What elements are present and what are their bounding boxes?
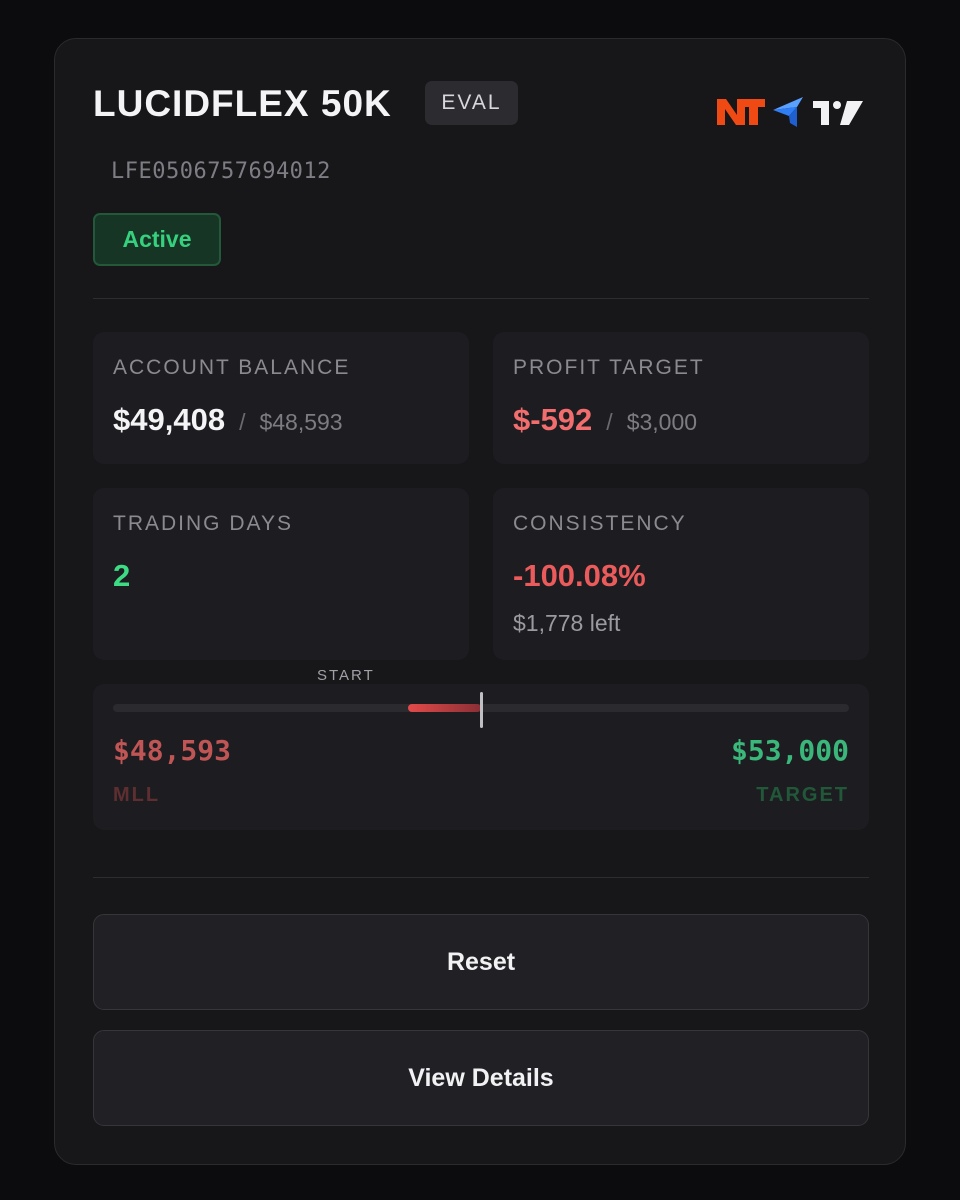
platform-logos bbox=[717, 97, 863, 127]
account-title: LUCIDFLEX 50K bbox=[93, 83, 392, 124]
profit-target-goal: $3,000 bbox=[626, 409, 698, 435]
account-type-badge: EVAL bbox=[425, 81, 518, 125]
account-balance-card: ACCOUNT BALANCE $49,408 / $48,593 bbox=[93, 332, 469, 464]
trading-days-label: TRADING DAYS bbox=[113, 512, 293, 535]
progress-track bbox=[113, 692, 849, 728]
trading-days-value: 2 bbox=[113, 558, 131, 593]
profit-target-value: $-592 bbox=[513, 402, 593, 437]
account-balance-value: $49,408 bbox=[113, 402, 226, 437]
profit-target-label: PROFIT TARGET bbox=[513, 356, 705, 379]
divider bbox=[93, 298, 869, 299]
divider bbox=[93, 877, 869, 878]
drawdown-progress: $48,593 MLL $53,000 TARGET bbox=[93, 684, 869, 830]
account-card: LUCIDFLEX 50K EVAL LFE0506757694012 Acti… bbox=[54, 38, 906, 1165]
profit-target-card: PROFIT TARGET $-592 / $3,000 bbox=[493, 332, 869, 464]
value-separator: / bbox=[606, 409, 613, 435]
mll-value: $48,593 bbox=[113, 734, 232, 767]
tradingview-logo-icon bbox=[813, 101, 863, 125]
status-badge: Active bbox=[93, 213, 221, 266]
consistency-card: CONSISTENCY -100.08% $1,778 left bbox=[493, 488, 869, 660]
target-label: TARGET bbox=[756, 784, 849, 806]
consistency-remaining: $1,778 left bbox=[513, 610, 621, 636]
consistency-value: -100.08% bbox=[513, 558, 646, 593]
account-balance-threshold: $48,593 bbox=[259, 409, 343, 435]
view-details-button[interactable]: View Details bbox=[93, 1030, 869, 1126]
account-balance-label: ACCOUNT BALANCE bbox=[113, 356, 351, 379]
consistency-label: CONSISTENCY bbox=[513, 512, 687, 535]
target-value: $53,000 bbox=[730, 734, 849, 767]
start-label: START bbox=[317, 667, 375, 684]
mll-label: MLL bbox=[113, 784, 161, 806]
value-separator: / bbox=[239, 409, 246, 435]
ninjatrader-logo-icon bbox=[717, 99, 765, 125]
account-id: LFE0506757694012 bbox=[111, 159, 331, 184]
reset-button[interactable]: Reset bbox=[93, 914, 869, 1010]
progress-fill bbox=[408, 704, 481, 712]
tradovate-logo-icon bbox=[773, 97, 803, 127]
trading-days-card: TRADING DAYS 2 bbox=[93, 488, 469, 660]
start-marker bbox=[480, 692, 483, 728]
